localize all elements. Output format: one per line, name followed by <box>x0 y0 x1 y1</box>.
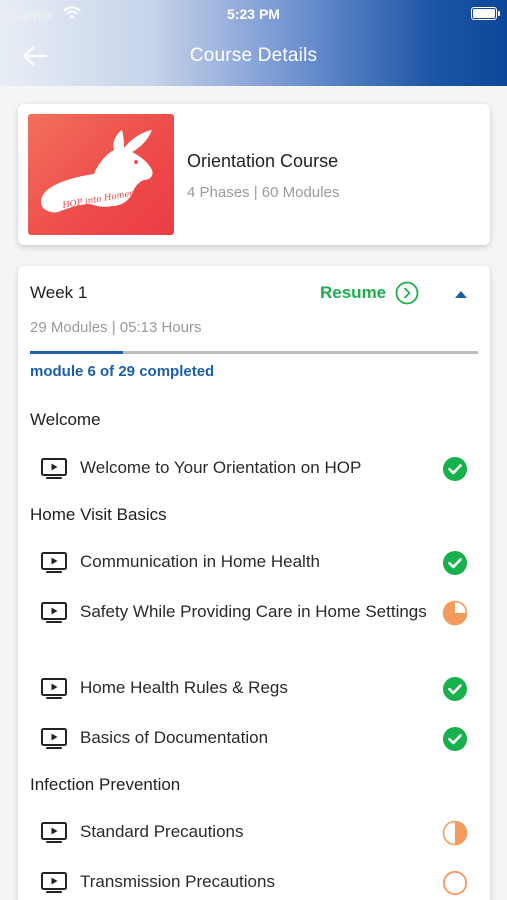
battery-icon <box>471 7 500 20</box>
video-play-icon <box>41 872 67 893</box>
module-label: Welcome to Your Orientation on HOP <box>80 458 362 477</box>
video-play-icon <box>41 602 67 623</box>
module-item[interactable]: Home Health Rules & Regs <box>40 675 470 701</box>
resume-button[interactable]: Resume <box>320 281 419 305</box>
module-label: Communication in Home Health <box>80 552 320 571</box>
module-item[interactable]: Welcome to Your Orientation on HOP <box>40 455 470 481</box>
week-card: Week 1 Resume 29 Modules | 05:13 Hours m… <box>18 266 490 900</box>
module-label: Standard Precautions <box>80 822 244 841</box>
status-bar: Carrier 5:23 PM <box>0 0 507 28</box>
week-progress-bar <box>30 351 478 354</box>
module-label: Basics of Documentation <box>80 728 269 747</box>
video-play-icon <box>41 678 67 699</box>
week-progress-text: module 6 of 29 completed <box>30 363 215 380</box>
video-play-icon <box>41 728 67 749</box>
module-item[interactable]: Transmission Precautions <box>40 869 470 896</box>
module-label: Safety While Providing Care in Home Sett… <box>80 602 427 621</box>
app-header: Carrier 5:23 PM Course Details <box>0 0 507 86</box>
week-meta: 29 Modules | 05:13 Hours <box>30 319 202 336</box>
module-item[interactable]: Communication in Home Health <box>40 549 470 575</box>
chevron-right-circle-icon <box>395 281 419 305</box>
module-label: Transmission Precautions <box>80 872 275 891</box>
completed-check-icon <box>443 457 467 481</box>
course-subtitle: 4 Phases | 60 Modules <box>187 184 340 201</box>
section-title: Home Visit Basics <box>30 505 167 524</box>
module-item[interactable]: Safety While Providing Care in Home Sett… <box>40 599 470 651</box>
course-card[interactable]: HOP into Homecare! Orientation Course 4 … <box>18 104 490 245</box>
svg-text:HOP into Homecare!: HOP into Homecare! <box>61 185 153 211</box>
module-item[interactable]: Basics of Documentation <box>40 725 470 751</box>
completed-check-icon <box>443 677 467 701</box>
video-play-icon <box>41 552 67 573</box>
progress-quarter-icon <box>442 600 468 626</box>
section-title: Infection Prevention <box>30 775 181 794</box>
status-time: 5:23 PM <box>227 6 280 22</box>
course-thumbnail: HOP into Homecare! <box>28 114 174 235</box>
module-label: Home Health Rules & Regs <box>80 678 288 697</box>
video-play-icon <box>41 822 67 843</box>
completed-check-icon <box>443 727 467 751</box>
completed-check-icon <box>443 551 467 575</box>
resume-label: Resume <box>320 283 387 302</box>
page-title: Course Details <box>189 45 318 66</box>
thumbnail-caption-art: HOP into Homecare! <box>61 185 153 211</box>
chevron-up-icon[interactable] <box>452 288 470 300</box>
progress-half-icon <box>442 820 468 846</box>
section-title: Welcome <box>30 410 101 429</box>
video-play-icon <box>41 458 67 479</box>
not-started-circle-icon <box>442 870 468 896</box>
week-progress-fill <box>30 351 123 354</box>
module-item[interactable]: Standard Precautions <box>40 819 470 846</box>
course-title: Orientation Course <box>187 151 339 171</box>
week-title: Week 1 <box>30 283 88 302</box>
